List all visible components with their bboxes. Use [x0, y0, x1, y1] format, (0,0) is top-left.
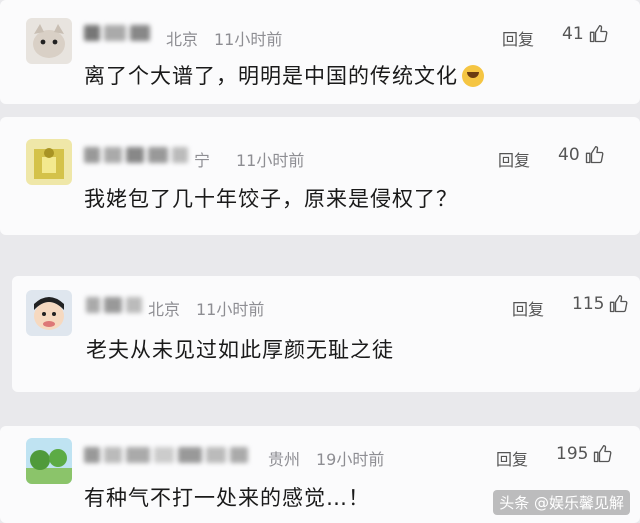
- avatar[interactable]: [26, 290, 72, 336]
- comment-time: 19小时前: [316, 450, 385, 469]
- comment-text: 我姥包了几十年饺子，原来是侵权了？: [84, 187, 458, 211]
- thumb-up-icon: [594, 445, 612, 463]
- username-blurred[interactable]: [84, 22, 154, 44]
- like-button[interactable]: 115: [572, 294, 628, 314]
- comment-time: 11小时前: [214, 30, 283, 49]
- like-count: 115: [572, 294, 605, 314]
- comment-text: 老夫从未见过如此厚颜无耻之徒: [86, 338, 394, 362]
- reply-button[interactable]: 回复: [502, 26, 534, 50]
- comment-card: 北京 11小时前 回复 41 离了个大谱了，明明是中国的传统文化: [0, 0, 640, 104]
- like-count: 41: [562, 24, 584, 44]
- comment-location: 北京: [148, 300, 181, 319]
- comment-time: 11小时前: [236, 151, 305, 170]
- laughing-crying-emoji-icon: [462, 65, 484, 87]
- source-watermark: 头条 @娱乐馨见解: [493, 490, 630, 515]
- comment-card: 北京 11小时前 回复 115 老夫从未见过如此厚颜无耻之徒: [12, 276, 640, 392]
- comment-location: 贵州: [268, 450, 301, 469]
- comment-text: 离了个大谱了，明明是中国的传统文化: [84, 60, 484, 90]
- reply-button[interactable]: 回复: [512, 296, 544, 320]
- like-button[interactable]: 41: [562, 24, 608, 44]
- like-count: 40: [558, 145, 580, 165]
- thumb-up-icon: [585, 146, 604, 164]
- username-blurred[interactable]: [84, 144, 192, 166]
- comment-list: 北京 11小时前 回复 41 离了个大谱了，明明是中国的传统文化 宁 11小时前…: [0, 0, 640, 523]
- comment-text: 有种气不打一处来的感觉…！: [84, 486, 370, 510]
- like-button[interactable]: 40: [558, 145, 604, 165]
- avatar[interactable]: [26, 438, 72, 484]
- like-button[interactable]: 195: [556, 444, 612, 464]
- avatar[interactable]: [26, 139, 72, 185]
- reply-button[interactable]: 回复: [498, 147, 530, 171]
- thumb-up-icon: [589, 25, 608, 43]
- thumb-up-icon: [610, 295, 628, 313]
- avatar[interactable]: [26, 18, 72, 64]
- like-count: 195: [556, 444, 589, 464]
- comment-location: 宁: [194, 151, 211, 170]
- reply-button[interactable]: 回复: [496, 446, 528, 470]
- username-blurred[interactable]: [86, 294, 146, 316]
- username-blurred[interactable]: [84, 444, 252, 466]
- comment-time: 11小时前: [196, 300, 265, 319]
- comment-card: 宁 11小时前 回复 40 我姥包了几十年饺子，原来是侵权了？: [0, 117, 640, 235]
- comment-location: 北京: [166, 30, 199, 49]
